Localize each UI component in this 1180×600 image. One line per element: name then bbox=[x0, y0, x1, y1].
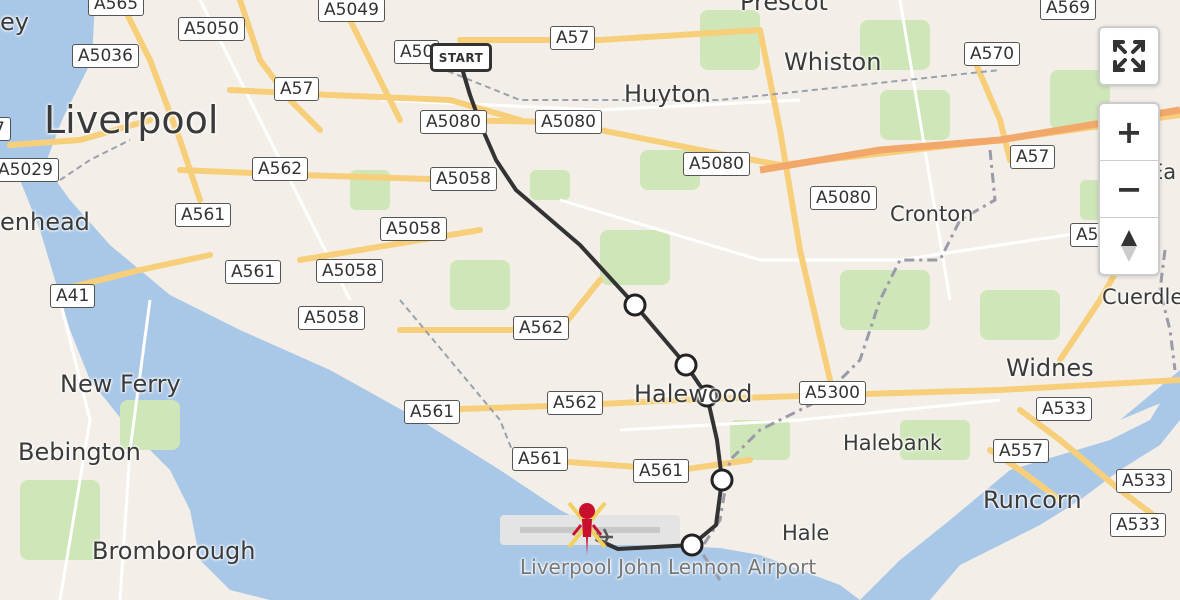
road-shield: A5058 bbox=[430, 167, 497, 191]
road-shield: 7 bbox=[0, 117, 11, 141]
road-shield: A565 bbox=[88, 0, 145, 16]
road-shield: A561 bbox=[633, 459, 690, 483]
road-shield: A561 bbox=[512, 447, 569, 471]
waypoint-marker bbox=[674, 353, 698, 377]
road-shield: A5080 bbox=[535, 110, 602, 134]
place-label-halebank: Halebank bbox=[843, 431, 943, 455]
road-shield: A5058 bbox=[316, 259, 383, 283]
road-shield: A562 bbox=[252, 157, 309, 181]
zoom-out-icon: − bbox=[1115, 170, 1143, 208]
zoom-out-button[interactable]: − bbox=[1100, 160, 1158, 217]
road-shield: A5080 bbox=[420, 110, 487, 134]
road-shield: A562 bbox=[513, 316, 570, 340]
place-label-liverpool: Liverpool bbox=[44, 98, 219, 142]
zoom-in-button[interactable]: + bbox=[1100, 104, 1158, 160]
compass-icon bbox=[1121, 230, 1137, 262]
road-shield: A562 bbox=[547, 391, 604, 415]
place-label-bromborough: Bromborough bbox=[92, 537, 256, 565]
place-label-bebington: Bebington bbox=[18, 438, 141, 466]
road-shield: A5080 bbox=[810, 186, 877, 210]
place-label-cuerdley: Cuerdle bbox=[1102, 285, 1180, 309]
waypoint-marker bbox=[623, 293, 647, 317]
road-shield: A5058 bbox=[380, 217, 447, 241]
mersey-estuary bbox=[0, 0, 860, 600]
road-shield: A533 bbox=[1036, 397, 1093, 421]
road-shield: A41 bbox=[50, 284, 96, 308]
road-shield: A57 bbox=[550, 26, 596, 50]
road-shield: A533 bbox=[1110, 513, 1167, 537]
place-label-hale: Hale bbox=[782, 521, 830, 545]
road-shield: A570 bbox=[964, 42, 1021, 66]
place-label-new-ferry: New Ferry bbox=[60, 370, 181, 398]
road-shield: A569 bbox=[1040, 0, 1097, 20]
road-shield: A561 bbox=[175, 203, 232, 227]
fullscreen-icon bbox=[1113, 40, 1145, 72]
fullscreen-button[interactable] bbox=[1100, 28, 1158, 84]
road-shield: A5029 bbox=[0, 158, 59, 182]
place-label-huyton: Huyton bbox=[624, 80, 711, 108]
road-shield: A533 bbox=[1116, 469, 1173, 493]
zoom-control: + − bbox=[1098, 102, 1160, 276]
place-label-birkenhead: enhead bbox=[0, 208, 90, 236]
road-shield: A557 bbox=[993, 439, 1050, 463]
map-canvas[interactable]: Prescot Whiston Huyton Liverpool Cronton… bbox=[0, 0, 1180, 600]
road-shield: A5049 bbox=[318, 0, 385, 22]
place-label-cronton: Cronton bbox=[890, 202, 974, 226]
place-label-halewood: Halewood bbox=[634, 380, 753, 408]
road-shield: A57 bbox=[1010, 145, 1056, 169]
road-shield: A5050 bbox=[178, 17, 245, 41]
place-label-prescot: Prescot bbox=[740, 0, 828, 16]
road-shield: A5036 bbox=[72, 44, 139, 68]
road-shield: A561 bbox=[225, 260, 282, 284]
place-label-west-edge: ey bbox=[0, 8, 29, 36]
place-label-runcorn: Runcorn bbox=[983, 486, 1082, 514]
route-start-marker[interactable]: START bbox=[430, 43, 492, 72]
road-shield: A561 bbox=[404, 400, 461, 424]
road-shield: A5300 bbox=[799, 381, 866, 405]
place-label-airport: Liverpool John Lennon Airport bbox=[520, 555, 817, 579]
reset-north-button[interactable] bbox=[1100, 217, 1158, 274]
place-label-whiston: Whiston bbox=[784, 48, 882, 76]
road-shield: A57 bbox=[274, 77, 320, 101]
waypoint-marker bbox=[680, 533, 704, 557]
zoom-in-icon: + bbox=[1115, 113, 1143, 151]
road-shield: A5080 bbox=[683, 152, 750, 176]
waypoint-marker bbox=[710, 468, 734, 492]
fullscreen-control bbox=[1098, 26, 1160, 86]
place-label-widnes: Widnes bbox=[1006, 354, 1094, 382]
road-shield: A5058 bbox=[298, 306, 365, 330]
